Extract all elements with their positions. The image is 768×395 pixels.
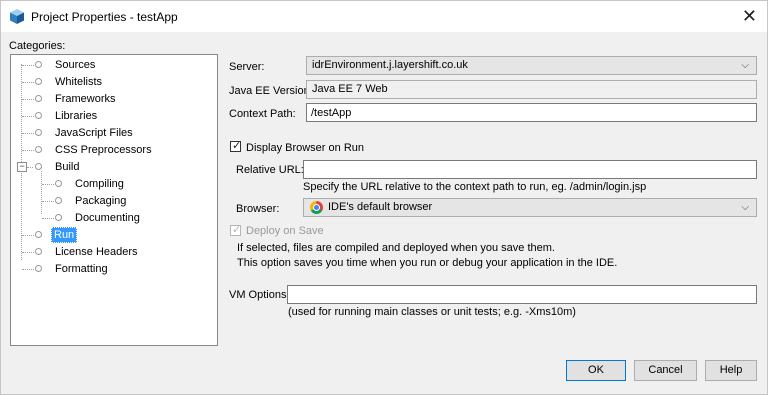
node-icon [55,197,62,204]
javaee-version-field: Java EE 7 Web [306,80,757,99]
tree-item-frameworks[interactable]: Frameworks [21,91,201,107]
tree-item-packaging[interactable]: Packaging [41,193,201,209]
tree-item-label: Libraries [55,110,98,122]
display-browser-checkbox[interactable]: ✓ [230,140,242,152]
tree-item-license-headers[interactable]: License Headers [21,244,201,260]
checkmark-icon: ✓ [232,224,242,236]
ok-button[interactable]: OK [566,360,626,381]
context-path-input[interactable] [306,103,757,122]
tree-item-label: Formatting [55,263,108,275]
tree-item-documenting[interactable]: Documenting [41,210,201,226]
vm-options-hint: (used for running main classes or unit t… [288,306,576,318]
tree-item-label: CSS Preprocessors [55,144,152,156]
cancel-button[interactable]: Cancel [634,360,697,381]
node-icon [35,231,42,238]
tree-item-whitelists[interactable]: Whitelists [21,74,201,90]
server-select[interactable]: idrEnvironment.j.layershift.co.uk ⌵ [306,56,757,75]
tree-item-label: Whitelists [55,76,103,88]
relative-url-label: Relative URL: [236,164,304,176]
deploy-description-line-2: This option saves you time when you run … [237,257,618,269]
node-icon [35,248,42,255]
node-icon [35,146,42,153]
close-icon[interactable]: ✕ [742,6,757,26]
server-value: idrEnvironment.j.layershift.co.uk [312,59,468,71]
tree-item-libraries[interactable]: Libraries [21,108,201,124]
tree-item-label: Run [51,227,78,243]
collapse-icon[interactable]: − [17,162,27,172]
tree-item-formatting[interactable]: Formatting [21,261,201,277]
browser-select[interactable]: IDE's default browser ⌵ [303,198,757,217]
title-bar: Project Properties - testApp ✕ [1,1,767,32]
categories-label: Categories: [9,40,66,52]
tree-item-build[interactable]: − Build [13,159,201,175]
checkmark-icon: ✓ [232,140,242,152]
window-title: Project Properties - testApp [31,10,178,24]
tree-item-label: License Headers [55,246,138,258]
relative-url-input[interactable] [303,160,757,179]
node-icon [35,163,42,170]
node-icon [35,78,42,85]
tree-item-label: Packaging [75,195,127,207]
deploy-on-save-label: Deploy on Save [246,225,324,237]
project-properties-dialog: Project Properties - testApp ✕ Categorie… [0,0,768,395]
node-icon [35,265,42,272]
tree-item-label: Frameworks [55,93,116,105]
node-icon [35,112,42,119]
chevron-down-icon: ⌵ [741,202,749,213]
tree-item-run[interactable]: Run [21,227,201,243]
vm-options-input[interactable] [287,285,757,304]
tree-item-label: Sources [55,59,96,71]
tree-item-label: JavaScript Files [55,127,133,139]
javaee-version-value: Java EE 7 Web [312,83,388,95]
context-path-label: Context Path: [229,108,296,120]
tree-item-javascript-files[interactable]: JavaScript Files [21,125,201,141]
server-label: Server: [229,61,265,73]
tree-item-label: Compiling [75,178,124,190]
node-icon [35,95,42,102]
chevron-down-icon: ⌵ [741,60,749,71]
tree-item-css-preprocessors[interactable]: CSS Preprocessors [21,142,201,158]
node-icon [35,129,42,136]
display-browser-label: Display Browser on Run [246,142,364,154]
categories-tree[interactable]: Sources Whitelists Frameworks Libraries … [10,54,218,346]
tree-item-compiling[interactable]: Compiling [41,176,201,192]
help-button[interactable]: Help [705,360,757,381]
chrome-icon [310,201,323,214]
deploy-on-save-checkbox[interactable]: ✓ [230,224,242,236]
browser-value: IDE's default browser [328,201,433,213]
tree-item-label: Documenting [75,212,140,224]
javaee-version-label: Java EE Version: [229,85,313,97]
netbeans-cube-icon [10,9,24,24]
node-icon [35,61,42,68]
vm-options-label: VM Options: [229,289,290,301]
node-icon [55,180,62,187]
tree-item-sources[interactable]: Sources [21,57,201,73]
relative-url-hint: Specify the URL relative to the context … [303,181,647,193]
node-icon [55,214,62,221]
deploy-description-line-1: If selected, files are compiled and depl… [237,242,555,254]
browser-label: Browser: [236,203,280,215]
tree-item-label: Build [55,161,80,173]
